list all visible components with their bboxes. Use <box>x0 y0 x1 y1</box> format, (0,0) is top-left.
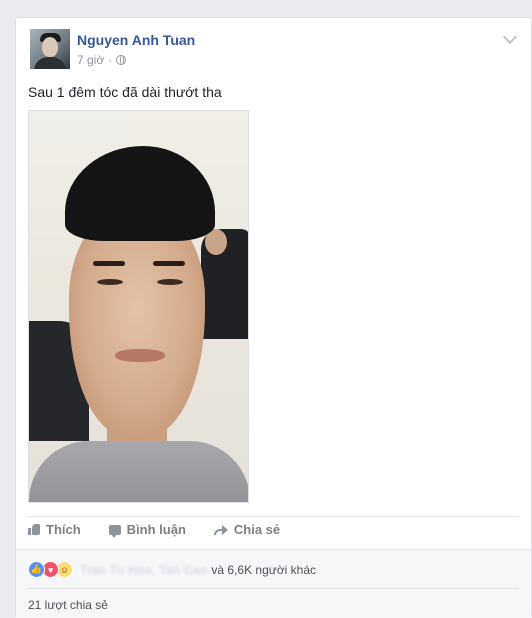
actions-divider <box>28 516 519 517</box>
like-icon: 👍 <box>28 561 45 578</box>
reactions-bar: 👍 ♥ ☺ Tran Tu Hao, Tan Cao và 6,6K người… <box>16 549 531 618</box>
post-card: Nguyen Anh Tuan 7 giờ · Sau 1 đêm tóc đã… <box>15 17 532 618</box>
author-avatar[interactable] <box>30 29 70 69</box>
post-photo[interactable] <box>28 110 249 503</box>
post-timestamp[interactable]: 7 giờ <box>77 53 104 67</box>
reactions-divider <box>28 588 519 589</box>
share-button-label: Chia sẻ <box>233 522 281 537</box>
thumbs-up-icon <box>28 524 40 535</box>
like-button-label: Thích <box>46 522 81 537</box>
chevron-down-icon[interactable] <box>502 29 518 45</box>
reactions-summary[interactable]: 👍 ♥ ☺ Tran Tu Hao, Tan Cao và 6,6K người… <box>28 561 316 578</box>
meta-separator: · <box>108 53 113 67</box>
post-meta: 7 giờ · <box>77 53 127 67</box>
post-text: Sau 1 đêm tóc đã dài thướt tha <box>28 84 222 100</box>
author-name[interactable]: Nguyen Anh Tuan <box>77 32 195 48</box>
share-button[interactable]: Chia sẻ <box>213 522 281 537</box>
comment-button-label: Bình luận <box>126 522 186 537</box>
comment-icon <box>108 524 121 538</box>
share-arrow-icon <box>213 524 228 535</box>
post-actions: Thích Bình luận Chia sẻ <box>28 522 308 538</box>
share-count[interactable]: 21 lượt chia sẻ <box>28 598 108 612</box>
reactor-names[interactable]: Tran Tu Hao, Tan Cao <box>80 563 207 577</box>
globe-icon[interactable] <box>116 55 127 65</box>
comment-button[interactable]: Bình luận <box>108 522 186 538</box>
reaction-count[interactable]: và 6,6K người khác <box>211 563 316 577</box>
like-button[interactable]: Thích <box>28 522 81 537</box>
